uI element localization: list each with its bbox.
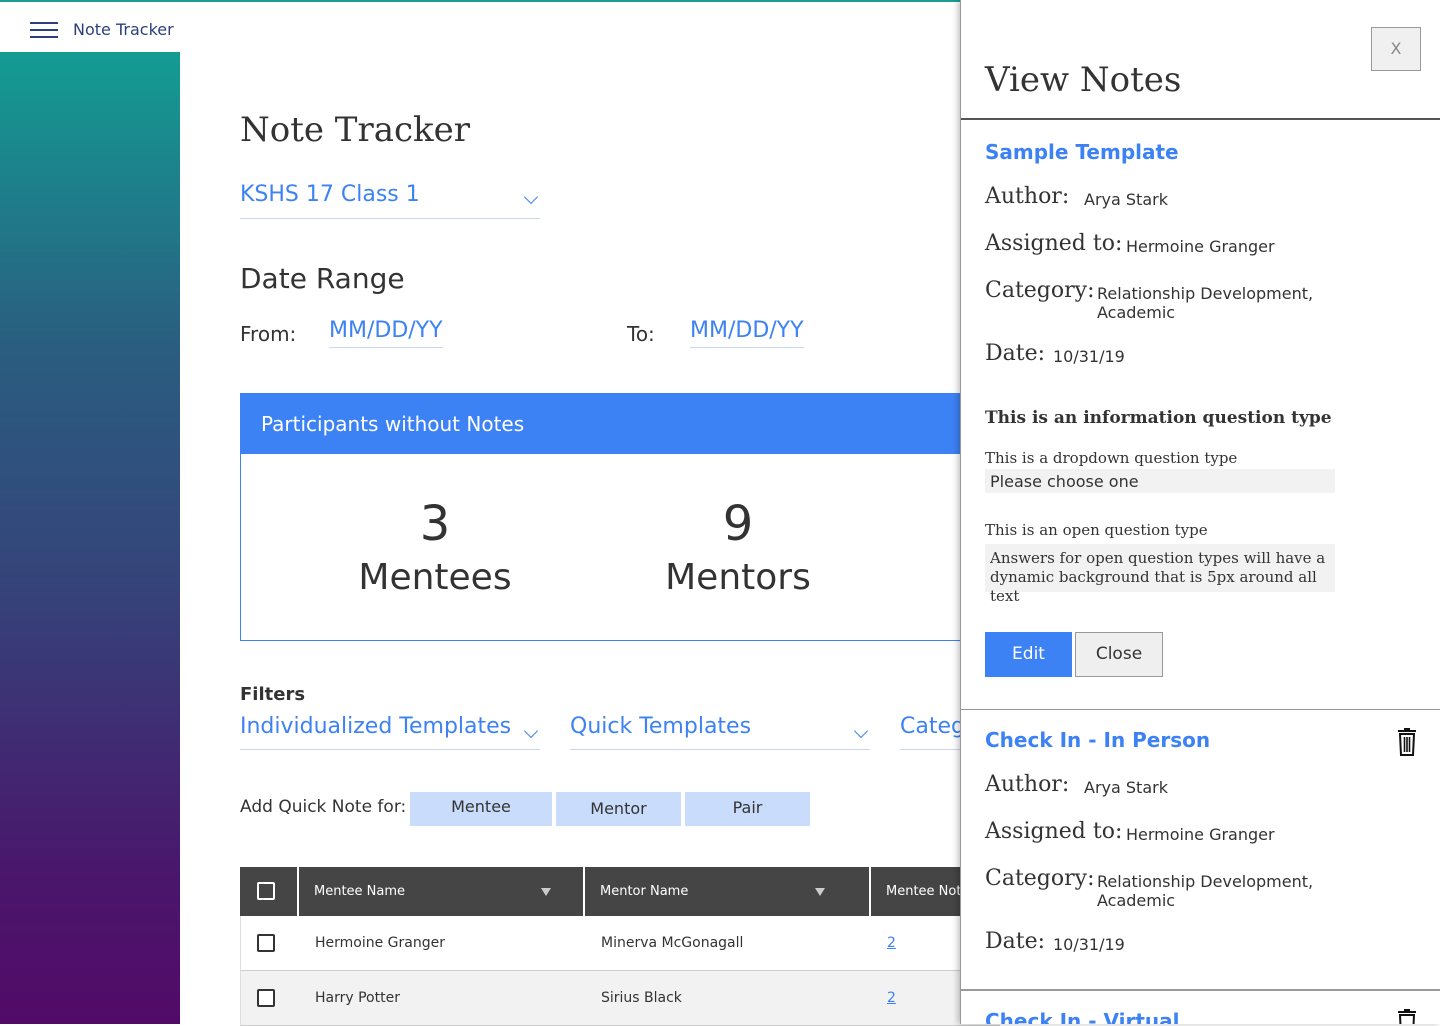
- date-range-title: Date Range: [240, 262, 405, 295]
- quick-note-mentee-button[interactable]: Mentee: [410, 792, 552, 826]
- assigned-label: Assigned to:: [985, 819, 1123, 844]
- hamburger-menu-icon[interactable]: [30, 22, 58, 38]
- author-value: Arya Stark: [1084, 778, 1168, 797]
- category-label: Category:: [985, 866, 1095, 891]
- trash-icon[interactable]: [1395, 1009, 1419, 1024]
- mentees-count: 3: [419, 496, 451, 552]
- class-select-value: KSHS 17 Class 1: [240, 182, 420, 207]
- note-title[interactable]: Check In - Virtual: [985, 1009, 1180, 1024]
- mentee-name-cell: Hermoine Granger: [315, 935, 445, 951]
- open-question-label: This is an open question type: [985, 521, 1208, 539]
- mentor-name-cell: Sirius Black: [601, 990, 682, 1006]
- category-value-line-1: Relationship Development,: [1097, 872, 1314, 891]
- mentee-name-cell: Harry Potter: [315, 990, 400, 1006]
- row-checkbox[interactable]: [257, 989, 275, 1007]
- mentors-count: 9: [722, 496, 754, 552]
- quick-templates-filter[interactable]: Quick Templates: [570, 714, 870, 750]
- assigned-label: Assigned to:: [985, 231, 1123, 256]
- close-note-button[interactable]: Close: [1075, 632, 1163, 677]
- individualized-templates-filter[interactable]: Individualized Templates: [240, 714, 540, 750]
- from-label: From:: [240, 322, 297, 346]
- filters-title: Filters: [240, 684, 306, 705]
- mentor-name-cell: Minerva McGonagall: [601, 935, 744, 951]
- chevron-down-icon: [853, 723, 869, 739]
- to-label: To:: [627, 322, 655, 346]
- open-answer: Answers for open question types will hav…: [985, 544, 1335, 605]
- sort-down-icon[interactable]: [815, 888, 825, 896]
- sidebar: [0, 52, 180, 1024]
- mentee-notes-link[interactable]: 2: [887, 990, 896, 1006]
- edit-button[interactable]: Edit: [985, 632, 1072, 677]
- app-title: Note Tracker: [73, 20, 174, 39]
- row-checkbox[interactable]: [257, 934, 275, 952]
- column-header-label: Mentor Name: [600, 884, 689, 899]
- mentee-notes-link[interactable]: 2: [887, 935, 896, 951]
- author-label: Author:: [985, 184, 1070, 209]
- quick-note-label: Add Quick Note for:: [240, 797, 407, 817]
- column-header-label: Mentee Note: [886, 884, 970, 899]
- category-value-line-2: Academic: [1097, 303, 1176, 322]
- mentees-stat[interactable]: 3 Mentees: [315, 494, 555, 602]
- mentor-name-column-header[interactable]: Mentor Name: [583, 867, 869, 916]
- column-header-label: Mentee Name: [314, 884, 406, 899]
- note-title[interactable]: Check In - In Person: [985, 728, 1210, 752]
- open-answer-line: Answers for open question types will hav…: [990, 549, 1326, 567]
- participants-without-notes-card: Participants without Notes 3 Mentees 9 M…: [240, 393, 1000, 641]
- assigned-value: Hermoine Granger: [1126, 825, 1275, 844]
- quick-note-pair-button[interactable]: Pair: [685, 792, 810, 826]
- class-select[interactable]: KSHS 17 Class 1: [240, 182, 540, 219]
- select-all-checkbox[interactable]: [257, 882, 275, 900]
- panel-header: View Notes X: [961, 0, 1440, 120]
- chevron-down-icon: [523, 189, 539, 205]
- note-title[interactable]: Sample Template: [985, 140, 1179, 164]
- table-header: Mentee Name Mentor Name Mentee Note: [240, 867, 1000, 916]
- view-notes-panel: Sample Template Author: Arya Stark Assig…: [960, 0, 1440, 1024]
- mentee-name-column-header[interactable]: Mentee Name: [297, 867, 583, 916]
- filter-label: Individualized Templates: [240, 714, 512, 739]
- mentees-label: Mentees: [358, 557, 512, 598]
- chevron-down-icon: [523, 723, 539, 739]
- category-label: Category:: [985, 278, 1095, 303]
- category-value-line-2: Academic: [1097, 891, 1176, 910]
- date-label: Date:: [985, 341, 1046, 366]
- mentors-stat[interactable]: 9 Mentors: [618, 494, 858, 602]
- open-answer-line: dynamic background that is 5px around al…: [990, 568, 1317, 605]
- close-panel-button[interactable]: X: [1371, 27, 1421, 71]
- filter-label: Categ: [900, 714, 965, 739]
- date-value: 10/31/19: [1053, 935, 1125, 954]
- trash-icon[interactable]: [1395, 728, 1419, 756]
- quick-note-mentor-button[interactable]: Mentor: [556, 792, 681, 826]
- assigned-value: Hermoine Granger: [1126, 237, 1275, 256]
- category-value-line-1: Relationship Development,: [1097, 284, 1314, 303]
- date-label: Date:: [985, 929, 1046, 954]
- mentors-label: Mentors: [665, 557, 811, 598]
- date-value: 10/31/19: [1053, 347, 1125, 366]
- author-value: Arya Stark: [1084, 190, 1168, 209]
- note-card: Check In - Virtual: [961, 990, 1440, 1024]
- filter-label: Quick Templates: [570, 714, 752, 739]
- table-row[interactable]: Harry Potter Sirius Black 2: [240, 971, 1000, 1026]
- dropdown-question-label: This is a dropdown question type: [985, 449, 1238, 467]
- dropdown-answer: Please choose one: [985, 469, 1335, 493]
- information-question: This is an information question type: [985, 408, 1332, 428]
- note-card: Check In - In Person Author: Arya Stark …: [961, 710, 1440, 990]
- sort-down-icon[interactable]: [541, 888, 551, 896]
- to-date-input[interactable]: MM/DD/YY: [690, 318, 804, 348]
- participants-header: Participants without Notes: [241, 394, 999, 454]
- panel-title: View Notes: [985, 60, 1182, 100]
- table-row[interactable]: Hermoine Granger Minerva McGonagall 2: [240, 916, 1000, 971]
- note-card: Sample Template Author: Arya Stark Assig…: [961, 120, 1440, 710]
- from-date-input[interactable]: MM/DD/YY: [329, 318, 443, 348]
- page-title: Note Tracker: [240, 110, 471, 150]
- author-label: Author:: [985, 772, 1070, 797]
